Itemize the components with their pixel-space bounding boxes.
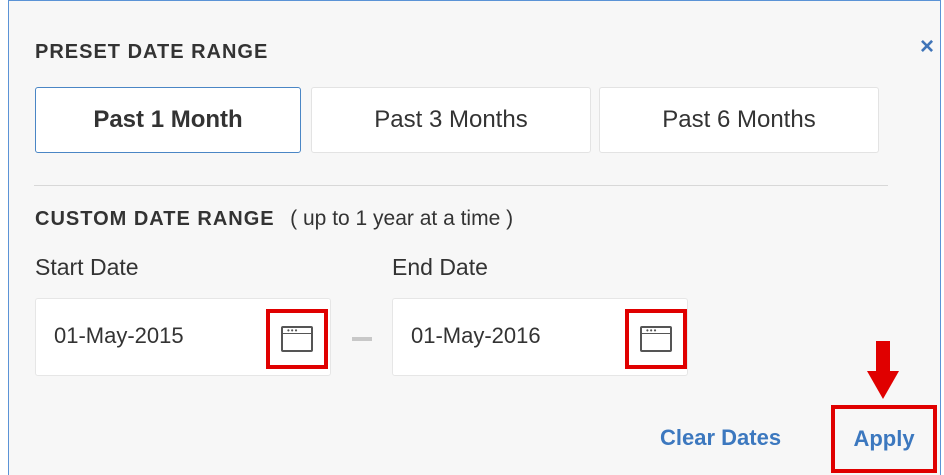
past-1-month-button[interactable]: Past 1 Month <box>35 87 301 153</box>
custom-date-range-heading: CUSTOM DATE RANGE <box>35 208 275 230</box>
custom-date-range-title: CUSTOM DATE RANGE ( up to 1 year at a ti… <box>35 207 513 231</box>
apply-button[interactable]: Apply <box>831 405 937 473</box>
preset-date-range-title: PRESET DATE RANGE <box>35 41 269 63</box>
calendar-icon: ••• <box>281 326 313 352</box>
end-date-value[interactable]: 01-May-2016 <box>411 323 541 349</box>
start-date-label: Start Date <box>35 254 139 280</box>
date-range-separator <box>352 337 372 341</box>
past-6-months-label: Past 6 Months <box>662 106 816 133</box>
date-range-panel: PRESET DATE RANGE × Past 1 Month Past 3 … <box>8 0 941 475</box>
clear-dates-link[interactable]: Clear Dates <box>660 425 781 451</box>
past-3-months-label: Past 3 Months <box>374 106 528 133</box>
apply-label: Apply <box>853 426 915 451</box>
calendar-icon: ••• <box>640 326 672 352</box>
end-date-calendar-button[interactable]: ••• <box>625 309 687 369</box>
past-1-month-label: Past 1 Month <box>93 106 243 133</box>
section-divider <box>34 185 888 186</box>
start-date-value[interactable]: 01-May-2015 <box>54 323 184 349</box>
close-icon[interactable]: × <box>920 35 934 59</box>
arrow-down-icon <box>867 341 899 399</box>
past-3-months-button[interactable]: Past 3 Months <box>311 87 591 153</box>
start-date-calendar-button[interactable]: ••• <box>266 309 328 369</box>
custom-date-range-note: ( up to 1 year at a time ) <box>290 207 514 230</box>
past-6-months-button[interactable]: Past 6 Months <box>599 87 879 153</box>
end-date-label: End Date <box>392 254 488 280</box>
